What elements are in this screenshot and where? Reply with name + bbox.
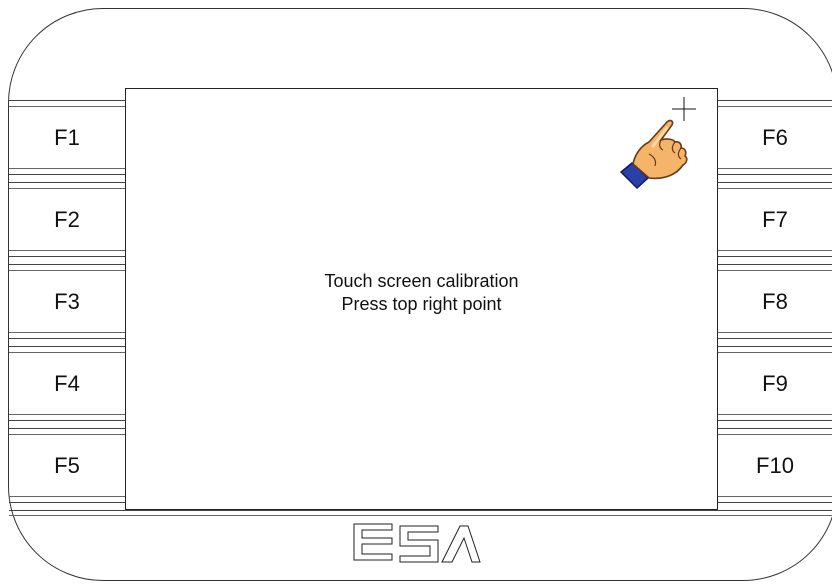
- f6-key[interactable]: F6: [718, 100, 832, 175]
- f3-key-label: F3: [54, 288, 80, 314]
- f7-key-label: F7: [762, 206, 788, 232]
- f2-key[interactable]: F2: [9, 182, 125, 257]
- f5-key[interactable]: F5: [9, 428, 125, 503]
- f1-key-label: F1: [54, 124, 80, 150]
- f10-key[interactable]: F10: [718, 428, 832, 503]
- calibration-message: Touch screen calibration Press top right…: [126, 270, 717, 316]
- f1-key[interactable]: F1: [9, 100, 125, 175]
- bottom-divider: [9, 510, 832, 516]
- f3-key[interactable]: F3: [9, 264, 125, 339]
- pointing-hand-icon: [619, 119, 688, 190]
- esa-logo: [353, 523, 481, 563]
- f8-key[interactable]: F8: [718, 264, 832, 339]
- f6-key-label: F6: [762, 124, 788, 150]
- f4-key[interactable]: F4: [9, 346, 125, 421]
- f8-key-label: F8: [762, 288, 788, 314]
- f9-key[interactable]: F9: [718, 346, 832, 421]
- f2-key-label: F2: [54, 206, 80, 232]
- f10-key-label: F10: [756, 452, 794, 478]
- f9-key-label: F9: [762, 370, 788, 396]
- f4-key-label: F4: [54, 370, 80, 396]
- crosshair-icon[interactable]: [672, 97, 696, 121]
- calibration-instruction: Press top right point: [341, 294, 502, 314]
- calibration-title: Touch screen calibration: [324, 271, 519, 291]
- f5-key-label: F5: [54, 452, 80, 478]
- f7-key[interactable]: F7: [718, 182, 832, 257]
